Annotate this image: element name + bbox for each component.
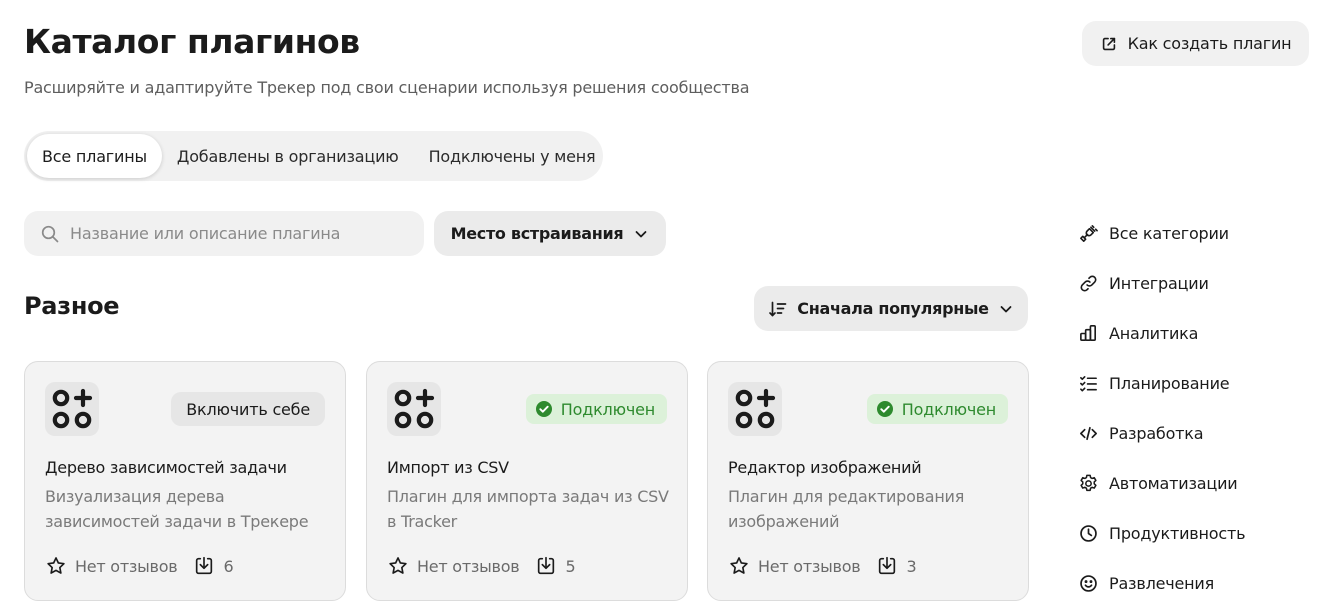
sort-label: Сначала популярные [797,299,989,318]
category-automations[interactable]: Автоматизации [1078,458,1318,508]
chevron-down-icon [1000,305,1012,312]
download-icon [879,556,896,575]
tab-added-to-organization[interactable]: Добавлены в организацию [162,134,414,178]
connected-label: Подключен [560,399,655,419]
download-icon [538,556,555,575]
plugin-stats: Нет отзывов 6 [45,555,234,577]
reviews-count: Нет отзывов [417,556,520,576]
category-productivity[interactable]: Продуктивность [1078,508,1318,558]
category-label: Разработка [1109,423,1204,443]
downloads-count: 3 [906,556,917,576]
plugin-card[interactable]: Включить себе Дерево зависимостей задачи… [24,361,346,601]
gear-icon [1080,474,1097,491]
link-icon [1080,275,1097,291]
connected-badge: Подключен [866,394,1008,424]
search-input[interactable] [70,224,408,243]
how-to-create-plugin-button[interactable]: Как создать плагин [1082,21,1309,66]
tab-all-plugins[interactable]: Все плагины [27,134,162,178]
category-label: Аналитика [1109,323,1199,343]
sort-dropdown[interactable]: Сначала популярные [754,286,1028,331]
plugin-logo-icon [394,388,435,429]
star-icon [389,557,407,574]
category-planning[interactable]: Планирование [1078,358,1318,408]
embed-place-label: Место встраивания [450,224,624,243]
section-title: Разное [24,292,120,320]
plugin-card[interactable]: Подключен Редактор изображений Плагин дл… [707,361,1029,601]
reviews-count: Нет отзывов [758,556,861,576]
clock-icon [1080,524,1097,542]
star-icon [47,557,65,574]
tab-connected-by-me[interactable]: Подключены у меня [414,134,611,178]
plugin-logo-icon [52,388,93,429]
category-integrations[interactable]: Интеграции [1078,258,1318,308]
check-circle-icon [535,401,552,417]
plugin-stats: Нет отзывов 3 [728,555,917,577]
plugin-description: Плагин для импорта задач из CSV в Tracke… [387,487,669,531]
category-all[interactable]: Все категории [1078,208,1318,258]
page-subtitle: Расширяйте и адаптируйте Трекер под свои… [24,78,750,97]
smile-icon [1080,574,1097,592]
search-box [24,211,424,256]
category-development[interactable]: Разработка [1078,408,1318,458]
plugin-icon [45,382,99,436]
plugin-title: Дерево зависимостей задачи [45,458,287,477]
check-circle-icon [876,401,893,417]
how-to-create-plugin-label: Как создать плагин [1127,34,1292,53]
plugin-icon [387,382,441,436]
category-entertainment[interactable]: Развлечения [1078,558,1318,608]
plugin-stats: Нет отзывов 5 [387,555,576,577]
embed-place-dropdown[interactable]: Место встраивания [434,211,666,256]
plugin-card[interactable]: Подключен Импорт из CSV Плагин для импор… [366,361,688,601]
plugin-description: Визуализация дерева зависимостей задачи … [45,487,309,531]
downloads-count: 6 [223,556,234,576]
code-icon [1080,426,1097,440]
plugin-icon [728,382,782,436]
sort-icon [769,301,787,316]
download-icon [196,556,213,575]
category-analytics[interactable]: Аналитика [1078,308,1318,358]
category-label: Автоматизации [1109,473,1238,493]
star-icon [730,557,748,574]
external-link-icon [1102,37,1115,50]
category-label: Интеграции [1109,273,1209,293]
connected-label: Подключен [901,399,996,419]
plugin-logo-icon [735,388,776,429]
plugin-title: Редактор изображений [728,458,922,477]
category-label: Все категории [1109,223,1229,243]
search-icon [41,225,59,242]
downloads-count: 5 [565,556,576,576]
category-label: Развлечения [1109,573,1215,593]
checklist-icon [1080,375,1097,391]
reviews-count: Нет отзывов [75,556,178,576]
plug-icon [1080,224,1098,242]
category-label: Планирование [1109,373,1230,393]
connected-badge: Подключен [525,394,667,424]
category-label: Продуктивность [1109,523,1246,543]
page-title: Каталог плагинов [24,22,360,61]
enable-for-me-button[interactable]: Включить себе [171,392,325,426]
category-list: Все категории Интеграции Аналитика Плани… [1078,208,1318,608]
plugin-description: Плагин для редактирования изображений [728,487,965,531]
plugin-tabs: Все плагины Добавлены в организацию Подк… [24,131,603,181]
plugin-title: Импорт из CSV [387,458,509,477]
bar-chart-icon [1080,324,1096,341]
chevron-down-icon [636,230,647,237]
